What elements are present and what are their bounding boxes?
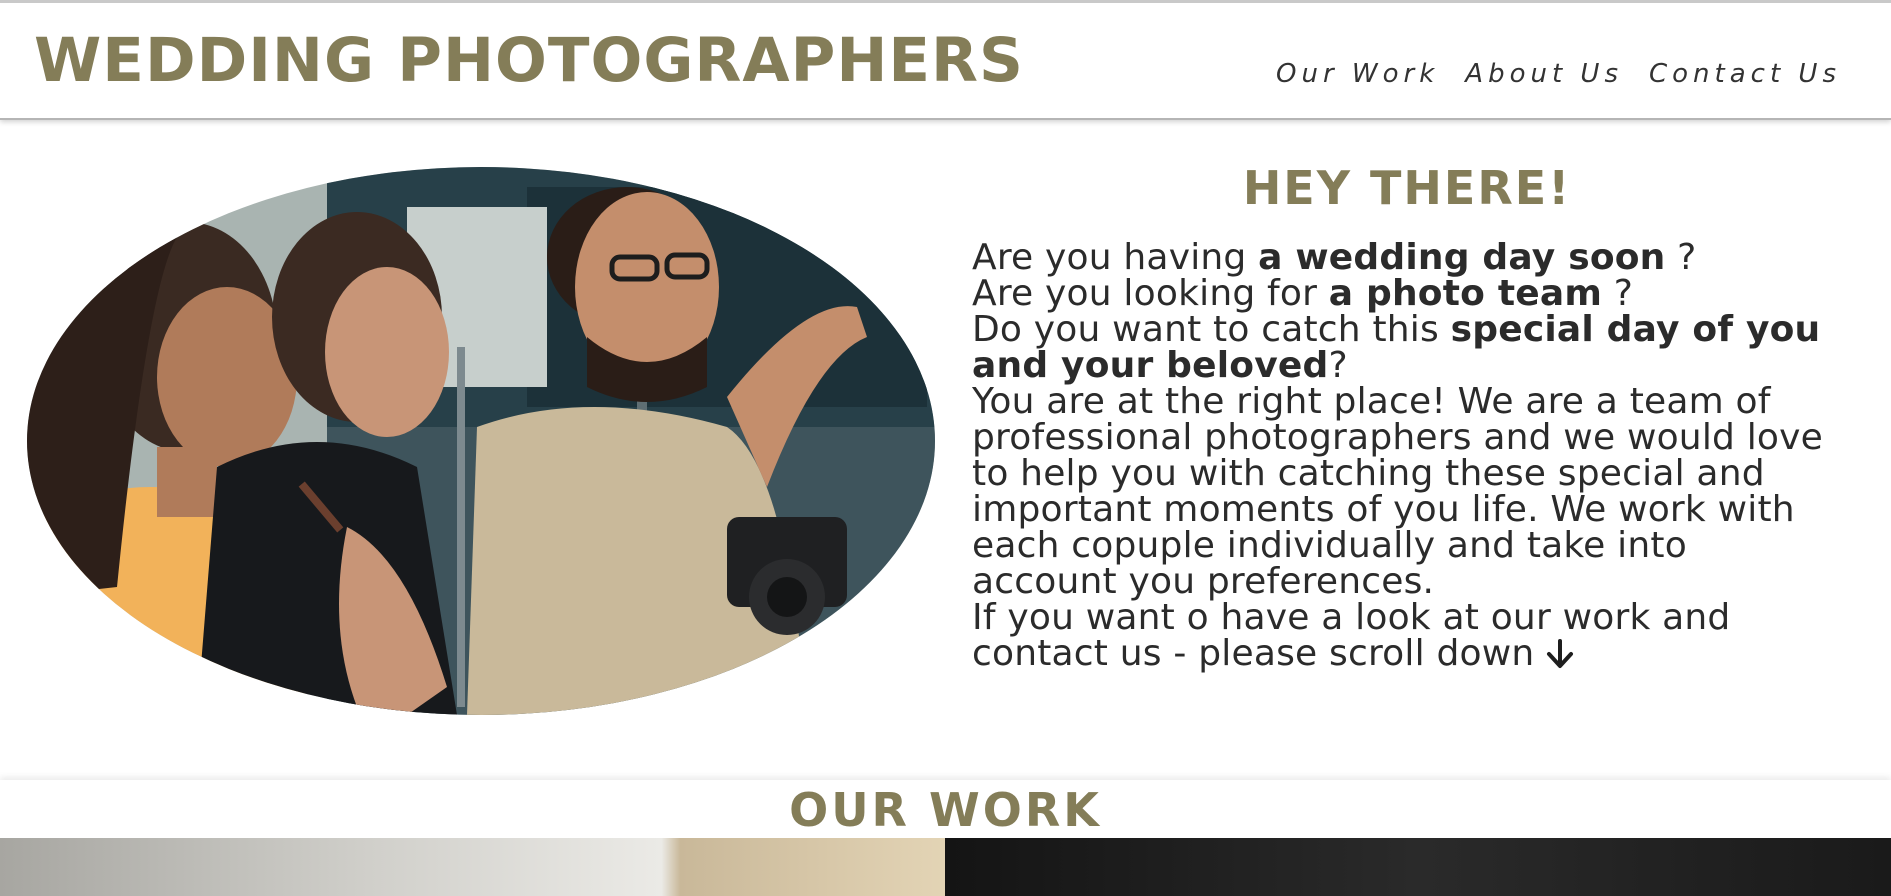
intro-paragraph: You are at the right place! We are a tea…	[972, 381, 1824, 602]
hero-photo	[27, 167, 935, 715]
intro-line-2: Are you looking for a photo team ?	[972, 273, 1633, 314]
main-nav: Our Work About Us Contact Us	[1276, 59, 1841, 89]
site-title[interactable]: WEDDING PHOTOGRAPHERS	[34, 25, 1024, 96]
intro-line-2-post: ?	[1602, 273, 1633, 314]
nav-our-work[interactable]: Our Work	[1276, 59, 1439, 89]
gallery-image-1[interactable]	[0, 838, 945, 896]
intro-line-1-bold: a wedding day soon	[1258, 237, 1666, 278]
intro-section: HEY THERE! Are you having a wedding day …	[972, 160, 1852, 672]
arrow-down-icon[interactable]	[1546, 639, 1574, 669]
work-gallery	[0, 838, 1891, 896]
intro-closing: If you want o have a look at our work an…	[972, 597, 1731, 674]
nav-about-us[interactable]: About Us	[1465, 59, 1623, 89]
gallery-image-2[interactable]	[945, 838, 1891, 896]
our-work-header: OUR WORK	[0, 780, 1891, 840]
intro-line-1-post: ?	[1665, 237, 1697, 278]
intro-line-3-pre: Do you want to catch this	[972, 309, 1451, 350]
nav-contact-us[interactable]: Contact Us	[1649, 59, 1841, 89]
intro-line-1-pre: Are you having	[972, 237, 1259, 278]
intro-line-2-bold: a photo team	[1328, 273, 1603, 314]
intro-line-3-post: ?	[1328, 345, 1348, 386]
photographers-team-photo	[27, 167, 935, 715]
site-header: WEDDING PHOTOGRAPHERS Our Work About Us …	[0, 0, 1891, 120]
intro-line-1: Are you having a wedding day soon ?	[972, 237, 1696, 278]
our-work-title: OUR WORK	[789, 783, 1102, 837]
intro-line-3: Do you want to catch this special day of…	[972, 309, 1820, 386]
intro-line-2-pre: Are you looking for	[972, 273, 1329, 314]
intro-text: Are you having a wedding day soon ? Are …	[972, 240, 1832, 672]
intro-heading: HEY THERE!	[1242, 161, 1572, 215]
